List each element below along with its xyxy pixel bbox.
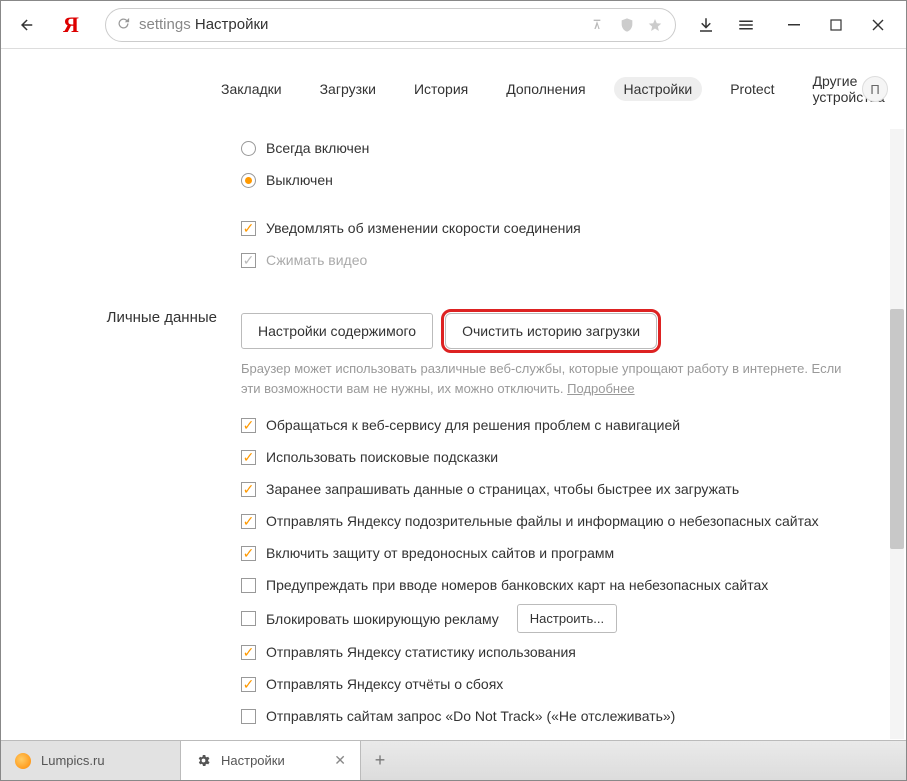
checkbox-9[interactable]	[241, 709, 256, 724]
bookmark-star-icon[interactable]	[645, 15, 665, 35]
check-row-9[interactable]: Отправлять сайтам запрос «Do Not Track» …	[241, 703, 876, 729]
maximize-button[interactable]	[816, 7, 856, 43]
shield-icon-addr[interactable]	[617, 15, 637, 35]
check-compress-video: ✓	[241, 253, 256, 268]
hamburger-icon	[737, 16, 755, 34]
scrollbar-thumb[interactable]	[890, 309, 904, 549]
section-label-column: Личные данные	[1, 129, 241, 739]
radio-off[interactable]	[241, 173, 256, 188]
check-row-2[interactable]: ✓ Заранее запрашивать данные о страницах,…	[241, 476, 876, 502]
check-label-0: Обращаться к веб-сервису для решения про…	[266, 417, 680, 433]
tab-lumpics-label: Lumpics.ru	[41, 753, 105, 768]
minimize-button[interactable]	[774, 7, 814, 43]
back-button[interactable]	[9, 7, 45, 43]
check-row-7[interactable]: ✓ Отправлять Яндексу статистику использов…	[241, 639, 876, 665]
radio-always-on-row[interactable]: Всегда включен	[241, 135, 876, 161]
gear-icon	[195, 753, 211, 769]
nav-addons[interactable]: Дополнения	[496, 77, 595, 101]
personal-description: Браузер может использовать различные веб…	[241, 359, 861, 398]
checkbox-0[interactable]: ✓	[241, 418, 256, 433]
menu-button[interactable]	[728, 7, 764, 43]
checkbox-5[interactable]	[241, 578, 256, 593]
user-avatar[interactable]: П	[862, 76, 888, 102]
settings-options: Всегда включен Выключен ✓ Уведомлять об …	[241, 129, 906, 739]
settings-nav: Закладки Загрузки История Дополнения Нас…	[1, 49, 906, 129]
tab-lumpics[interactable]: Lumpics.ru	[1, 741, 181, 780]
checkbox-7[interactable]: ✓	[241, 645, 256, 660]
check-label-6: Блокировать шокирующую рекламу	[266, 611, 499, 627]
learn-more-link[interactable]: Подробнее	[567, 381, 634, 396]
window-controls	[774, 7, 898, 43]
translate-icon[interactable]	[589, 15, 609, 35]
radio-always-on-label: Всегда включен	[266, 140, 369, 156]
tab-settings-label: Настройки	[221, 753, 285, 768]
check-label-9: Отправлять сайтам запрос «Do Not Track» …	[266, 708, 675, 724]
clear-download-history-button[interactable]: Очистить историю загрузки	[445, 313, 657, 349]
new-tab-button[interactable]: +	[361, 741, 399, 780]
browser-toolbar: Я settings Настройки	[1, 1, 906, 49]
nav-settings[interactable]: Настройки	[614, 77, 703, 101]
check-row-5[interactable]: Предупреждать при вводе номеров банковск…	[241, 572, 876, 598]
yandex-logo[interactable]: Я	[55, 9, 87, 41]
check-label-1: Использовать поисковые подсказки	[266, 449, 498, 465]
arrow-left-icon	[18, 16, 36, 34]
check-row-0[interactable]: ✓ Обращаться к веб-сервису для решения пр…	[241, 412, 876, 438]
nav-bookmarks[interactable]: Закладки	[211, 77, 292, 101]
close-button[interactable]	[858, 7, 898, 43]
nav-history[interactable]: История	[404, 77, 478, 101]
check-notify-speed-label: Уведомлять об изменении скорости соедине…	[266, 220, 581, 236]
personal-buttons-row: Настройки содержимого Очистить историю з…	[241, 313, 876, 349]
checkbox-2[interactable]: ✓	[241, 482, 256, 497]
check-notify-speed-row[interactable]: ✓ Уведомлять об изменении скорости соеди…	[241, 215, 876, 241]
settings-content: Личные данные Всегда включен Выключен ✓ …	[1, 129, 906, 739]
radio-always-on[interactable]	[241, 141, 256, 156]
tab-strip: Lumpics.ru Настройки ✕ +	[1, 740, 906, 780]
reload-icon[interactable]	[116, 16, 131, 34]
check-row-3[interactable]: ✓ Отправлять Яндексу подозрительные файлы…	[241, 508, 876, 534]
check-notify-speed[interactable]: ✓	[241, 221, 256, 236]
checkbox-4[interactable]: ✓	[241, 546, 256, 561]
check-label-2: Заранее запрашивать данные о страницах, …	[266, 481, 739, 497]
configure-button[interactable]: Настроить...	[517, 604, 617, 633]
nav-protect[interactable]: Protect	[720, 77, 784, 101]
downloads-button[interactable]	[688, 7, 724, 43]
lumpics-favicon	[15, 753, 31, 769]
tab-settings[interactable]: Настройки ✕	[181, 741, 361, 780]
radio-off-label: Выключен	[266, 172, 333, 188]
check-row-8[interactable]: ✓ Отправлять Яндексу отчёты о сбоях	[241, 671, 876, 697]
radio-off-row[interactable]: Выключен	[241, 167, 876, 193]
checkbox-8[interactable]: ✓	[241, 677, 256, 692]
checkbox-1[interactable]: ✓	[241, 450, 256, 465]
check-row-4[interactable]: ✓ Включить защиту от вредоносных сайтов и…	[241, 540, 876, 566]
tab-close-icon[interactable]: ✕	[334, 752, 346, 769]
check-row-1[interactable]: ✓ Использовать поисковые подсказки	[241, 444, 876, 470]
download-icon	[697, 16, 715, 34]
content-settings-button[interactable]: Настройки содержимого	[241, 313, 433, 349]
check-compress-video-row: ✓ Сжимать видео	[241, 247, 876, 273]
check-label-7: Отправлять Яндексу статистику использова…	[266, 644, 576, 660]
check-label-3: Отправлять Яндексу подозрительные файлы …	[266, 513, 819, 529]
checkbox-3[interactable]: ✓	[241, 514, 256, 529]
check-label-4: Включить защиту от вредоносных сайтов и …	[266, 545, 614, 561]
address-bar[interactable]: settings Настройки	[105, 8, 676, 42]
check-row-6[interactable]: Блокировать шокирующую рекламу Настроить.…	[241, 604, 876, 633]
nav-downloads[interactable]: Загрузки	[310, 77, 386, 101]
checkbox-6[interactable]	[241, 611, 256, 626]
url-text: settings Настройки	[139, 16, 581, 33]
section-label-personal: Личные данные	[1, 309, 217, 326]
check-compress-video-label: Сжимать видео	[266, 252, 367, 268]
check-label-5: Предупреждать при вводе номеров банковск…	[266, 577, 768, 593]
check-label-8: Отправлять Яндексу отчёты о сбоях	[266, 676, 503, 692]
